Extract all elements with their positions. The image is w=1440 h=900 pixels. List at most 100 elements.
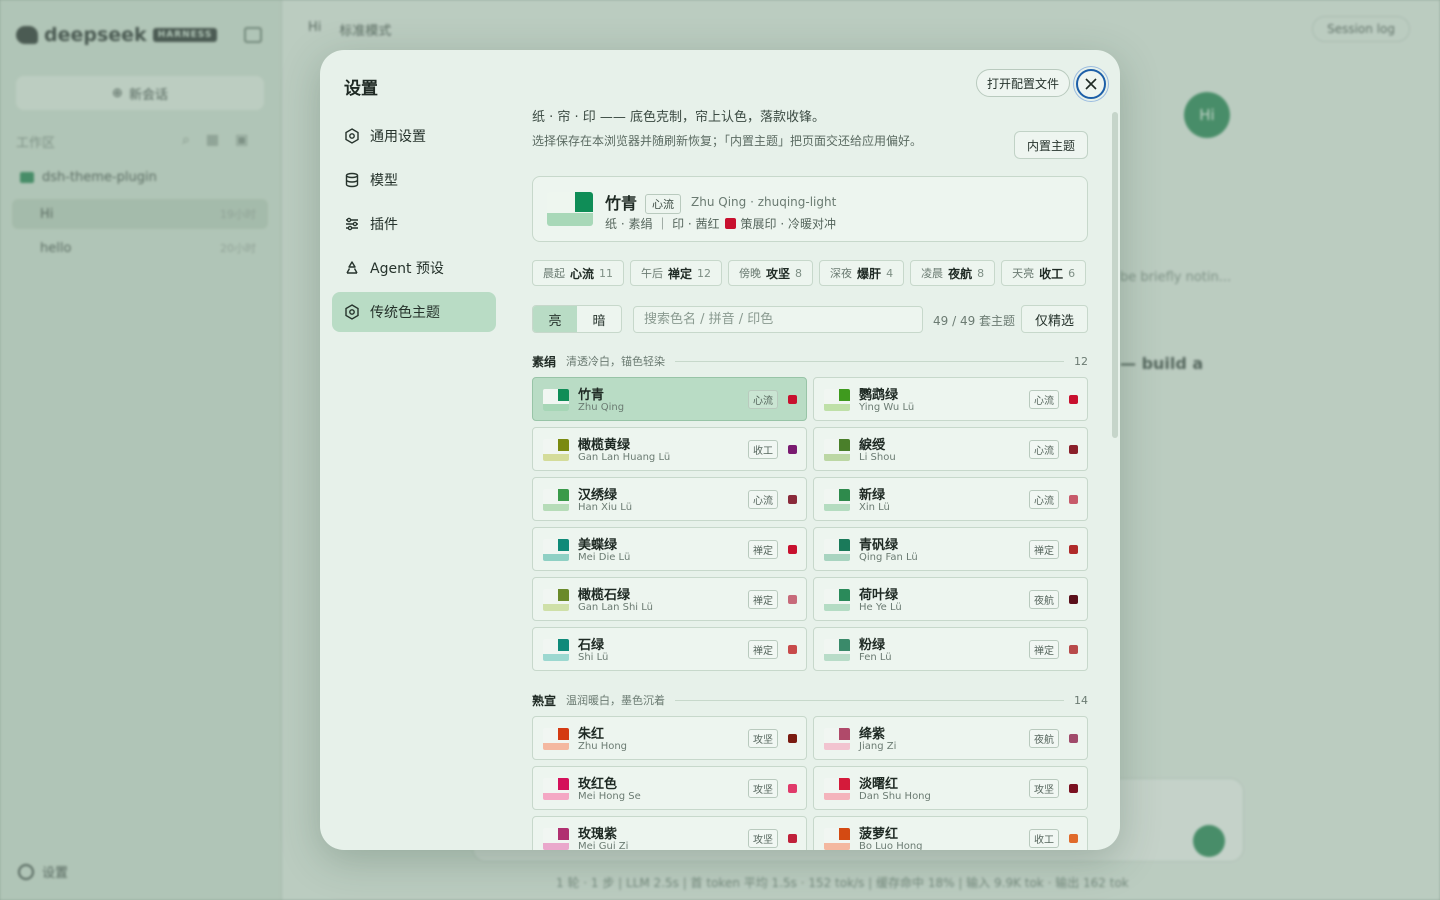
paper-seal-label: 纸 · 素绢 ｜ 印 · 茜红	[605, 217, 720, 231]
theme-pinyin: Zhu Hong	[578, 741, 628, 752]
theme-name: 橄榄石绿	[578, 588, 631, 603]
seal-color-swatch	[1069, 834, 1078, 843]
dark-mode-option[interactable]: 暗	[577, 306, 621, 332]
theme-swatch	[824, 828, 850, 850]
theme-name: 橄榄黄绿	[578, 438, 631, 453]
seal-color-swatch	[1069, 395, 1078, 404]
seal-color-swatch	[788, 734, 797, 743]
settings-dialog: 设置 通用设置 模型 插件 Agent 预设 传统色主题 打开配置文件 纸 · …	[320, 50, 1120, 850]
seal-color-swatch	[724, 218, 736, 229]
mood-tag: 禅定	[1029, 640, 1059, 659]
light-dark-toggle: 亮 暗	[532, 305, 622, 333]
mood-tag: 心流	[748, 390, 778, 409]
theme-card[interactable]: 玫红色 Mei Hong Se 攻坚	[532, 766, 807, 810]
theme-card[interactable]: 玫瑰紫 Mei Gui Zi 攻坚	[532, 816, 807, 850]
seal-color-swatch	[1069, 645, 1078, 654]
theme-swatch	[543, 439, 569, 461]
mood-chip[interactable]: 凌晨 夜航 8	[910, 260, 996, 286]
theme-card[interactable]: 绛紫 Jiang Zi 夜航	[813, 716, 1088, 760]
group-description: 温润暖白，墨色沉着	[566, 694, 666, 707]
mood-tag: 攻坚	[748, 779, 778, 798]
mood-tag: 夜航	[1029, 590, 1059, 609]
nav-item-general[interactable]: 通用设置	[332, 116, 496, 156]
theme-card[interactable]: 新绿 Xin Lü 心流	[813, 477, 1088, 521]
mood-chip[interactable]: 午后 禅定 12	[630, 260, 723, 286]
nav-item-plugins[interactable]: 插件	[332, 204, 496, 244]
current-theme-tag: 心流	[645, 194, 681, 214]
theme-search-input[interactable]	[633, 306, 923, 333]
recycle-icon	[344, 260, 360, 276]
theme-pinyin: Gan Lan Shi Lü	[578, 602, 653, 613]
theme-card[interactable]: 橄榄黄绿 Gan Lan Huang Lü 收工	[532, 427, 807, 471]
seal-color-swatch	[1069, 545, 1078, 554]
seal-color-swatch	[788, 645, 797, 654]
theme-card[interactable]: 橄榄石绿 Gan Lan Shi Lü 禅定	[532, 577, 807, 621]
theme-swatch	[543, 589, 569, 611]
theme-name: 菠萝红	[859, 827, 899, 842]
theme-name: 玫红色	[578, 777, 618, 792]
sliders-icon	[344, 216, 360, 232]
theme-pinyin: Zhu Qing	[578, 402, 625, 413]
theme-pinyin: Mei Die Lü	[578, 552, 631, 563]
theme-group-header: 熟宣 温润暖白，墨色沉着 14	[532, 691, 1088, 709]
theme-name: 荷叶绿	[859, 588, 899, 603]
current-theme-name: 竹青	[605, 194, 638, 213]
mood-tag: 禅定	[748, 540, 778, 559]
theme-card[interactable]: 綟绶 Li Shou 心流	[813, 427, 1088, 471]
scrollbar[interactable]	[1112, 112, 1118, 438]
theme-pinyin: Han Xiu Lü	[578, 502, 633, 513]
theme-name: 美蝶绿	[578, 538, 618, 553]
theme-card[interactable]: 粉绿 Fen Lü 禅定	[813, 627, 1088, 671]
seal-color-swatch	[1069, 495, 1078, 504]
theme-card[interactable]: 青矾绿 Qing Fan Lü 禅定	[813, 527, 1088, 571]
theme-count: 49 / 49 套主题	[933, 314, 1016, 328]
seal-color-swatch	[788, 495, 797, 504]
theme-card[interactable]: 菠萝红 Bo Luo Hong 收工	[813, 816, 1088, 850]
theme-pinyin: Mei Gui Zi	[578, 841, 629, 850]
nav-item-agent-presets[interactable]: Agent 预设	[332, 248, 496, 288]
theme-pinyin: Mei Hong Se	[578, 791, 641, 802]
nav-item-traditional-color-themes[interactable]: 传统色主题	[332, 292, 496, 332]
mood-chip[interactable]: 傍晚 攻坚 8	[728, 260, 814, 286]
nav-label: 模型	[370, 173, 398, 189]
seal-color-swatch	[1069, 784, 1078, 793]
theme-panel: 纸 · 帘 · 印 —— 底色克制，帘上认色，落款收锋。 选择保存在本浏览器并随…	[532, 50, 1112, 850]
current-theme-meta: 纸 · 素绢 ｜ 印 · 茜红 策展印 · 冷暖对冲	[605, 215, 836, 232]
theme-name: 新绿	[859, 488, 886, 503]
theme-card[interactable]: 鹦鹉绿 Ying Wu Lü 心流	[813, 377, 1088, 421]
theme-name: 青矾绿	[859, 538, 899, 553]
theme-pinyin: Bo Luo Hong	[859, 841, 923, 850]
mood-chip[interactable]: 天亮 收工 6	[1001, 260, 1087, 286]
mood-chip[interactable]: 晨起 心流 11	[532, 260, 625, 286]
mood-chip[interactable]: 深夜 爆肝 4	[819, 260, 905, 286]
light-mode-option[interactable]: 亮	[533, 306, 577, 332]
gear-icon	[344, 304, 360, 320]
theme-intro: 纸 · 帘 · 印 —— 底色克制，帘上认色，落款收锋。	[532, 110, 826, 125]
featured-only-button[interactable]: 仅精选	[1021, 305, 1088, 333]
theme-swatch	[543, 539, 569, 561]
theme-card[interactable]: 竹青 Zhu Qing 心流	[532, 377, 807, 421]
theme-card[interactable]: 荷叶绿 He Ye Lü 夜航	[813, 577, 1088, 621]
seal-color-swatch	[1069, 445, 1078, 454]
mood-tag: 心流	[1029, 490, 1059, 509]
theme-swatch	[543, 728, 569, 750]
theme-card[interactable]: 石绿 Shi Lü 禅定	[532, 627, 807, 671]
theme-card[interactable]: 朱红 Zhu Hong 攻坚	[532, 716, 807, 760]
theme-card[interactable]: 汉绣绿 Han Xiu Lü 心流	[532, 477, 807, 521]
theme-card[interactable]: 淡曙红 Dan Shu Hong 攻坚	[813, 766, 1088, 810]
theme-name: 玫瑰紫	[578, 827, 618, 842]
theme-name: 鹦鹉绿	[859, 388, 899, 403]
builtin-theme-button[interactable]: 内置主题	[1014, 131, 1089, 159]
mood-tag: 夜航	[1029, 729, 1059, 748]
theme-swatch	[543, 489, 569, 511]
theme-swatch	[824, 489, 850, 511]
theme-pinyin: Ying Wu Lü	[859, 402, 915, 413]
nav-item-model[interactable]: 模型	[332, 160, 496, 200]
theme-card[interactable]: 美蝶绿 Mei Die Lü 禅定	[532, 527, 807, 571]
seal-color-swatch	[1069, 595, 1078, 604]
theme-pinyin: Shi Lü	[578, 652, 609, 663]
mood-tag: 禅定	[748, 640, 778, 659]
theme-swatch	[543, 639, 569, 661]
gear-icon	[344, 128, 360, 144]
database-icon	[344, 172, 360, 188]
